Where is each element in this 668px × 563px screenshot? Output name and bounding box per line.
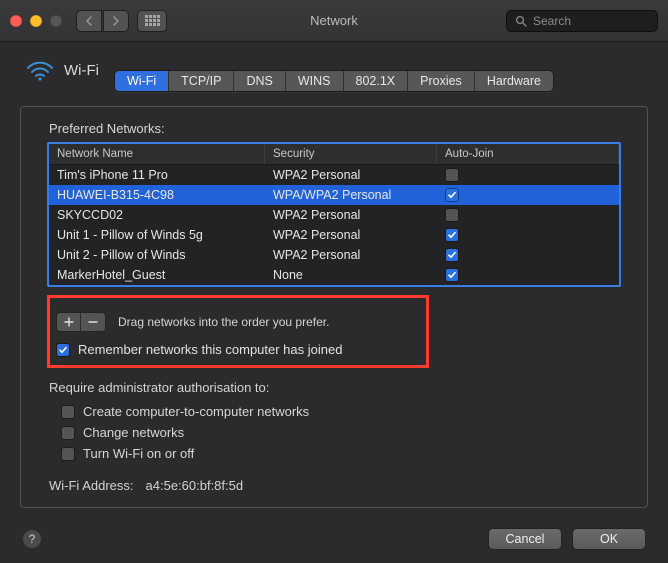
footer: ? Cancel OK <box>0 516 668 554</box>
preferred-networks-table[interactable]: Network Name Security Auto-Join Tim's iP… <box>47 142 621 287</box>
search-icon <box>515 15 527 27</box>
cell-network-name: HUAWEI-B315-4C98 <box>49 187 265 203</box>
cell-network-name: MarkerHotel_Guest <box>49 267 265 283</box>
tab-hardware[interactable]: Hardware <box>475 71 553 91</box>
table-row[interactable]: Unit 1 - Pillow of Winds 5gWPA2 Personal <box>49 225 619 245</box>
cell-auto-join <box>437 247 619 263</box>
cell-auto-join <box>437 167 619 183</box>
help-button[interactable]: ? <box>22 529 42 549</box>
cell-network-name: Unit 1 - Pillow of Winds 5g <box>49 227 265 243</box>
auto-join-checkbox[interactable] <box>445 188 459 202</box>
cell-network-name: Tim's iPhone 11 Pro <box>49 167 265 183</box>
close-window-button[interactable] <box>10 15 22 27</box>
forward-button[interactable] <box>103 10 129 32</box>
table-row[interactable]: SKYCCD02WPA2 Personal <box>49 205 619 225</box>
tab-8021x[interactable]: 802.1X <box>344 71 409 91</box>
wifi-address-value: a4:5e:60:bf:8f:5d <box>146 478 244 493</box>
col-auto-join[interactable]: Auto-Join <box>437 144 619 164</box>
tab-tcpip[interactable]: TCP/IP <box>169 71 234 91</box>
tab-wins[interactable]: WINS <box>286 71 344 91</box>
cell-auto-join <box>437 227 619 243</box>
tabs-container: Wi-FiTCP/IPDNSWINS802.1XProxiesHardware <box>20 70 648 92</box>
cell-security: WPA/WPA2 Personal <box>265 187 437 203</box>
cell-security: WPA2 Personal <box>265 247 437 263</box>
wifi-address-label: Wi-Fi Address: <box>49 478 134 493</box>
table-row[interactable]: Tim's iPhone 11 ProWPA2 Personal <box>49 165 619 185</box>
tab-wifi[interactable]: Wi-Fi <box>115 71 169 91</box>
admin-option-label: Turn Wi-Fi on or off <box>83 446 194 461</box>
table-row[interactable]: HUAWEI-B315-4C98WPA/WPA2 Personal <box>49 185 619 205</box>
tab-dns[interactable]: DNS <box>234 71 285 91</box>
cell-network-name: SKYCCD02 <box>49 207 265 223</box>
cell-security: WPA2 Personal <box>265 207 437 223</box>
titlebar: Network Search <box>0 0 668 42</box>
admin-option: Create computer-to-computer networks <box>47 401 621 422</box>
auto-join-checkbox[interactable] <box>445 168 459 182</box>
cell-security: WPA2 Personal <box>265 167 437 183</box>
minimize-window-button[interactable] <box>30 15 42 27</box>
admin-option-label: Change networks <box>83 425 184 440</box>
remove-network-button[interactable] <box>81 313 105 331</box>
cancel-button[interactable]: Cancel <box>488 528 562 550</box>
cell-security: None <box>265 267 437 283</box>
drag-hint: Drag networks into the order you prefer. <box>118 315 329 329</box>
cell-network-name: Unit 2 - Pillow of Winds <box>49 247 265 263</box>
search-placeholder: Search <box>533 14 571 28</box>
remember-networks-checkbox[interactable] <box>56 343 70 357</box>
ok-button[interactable]: OK <box>572 528 646 550</box>
add-network-button[interactable] <box>57 313 81 331</box>
cell-auto-join <box>437 207 619 223</box>
preferred-networks-label: Preferred Networks: <box>49 121 621 136</box>
cell-auto-join <box>437 187 619 203</box>
admin-option-checkbox[interactable] <box>61 405 75 419</box>
add-remove-control <box>56 312 106 332</box>
admin-option-checkbox[interactable] <box>61 447 75 461</box>
search-field[interactable]: Search <box>506 10 658 32</box>
col-security[interactable]: Security <box>265 144 437 164</box>
table-row[interactable]: MarkerHotel_GuestNone <box>49 265 619 285</box>
annotation-highlight: Drag networks into the order you prefer.… <box>47 295 429 368</box>
admin-option: Change networks <box>47 422 621 443</box>
back-button[interactable] <box>76 10 102 32</box>
remember-networks-label: Remember networks this computer has join… <box>78 342 342 357</box>
admin-option-checkbox[interactable] <box>61 426 75 440</box>
window-title: Network <box>310 13 358 28</box>
auto-join-checkbox[interactable] <box>445 268 459 282</box>
wifi-address-row: Wi-Fi Address: a4:5e:60:bf:8f:5d <box>47 464 621 493</box>
col-network-name[interactable]: Network Name <box>49 144 265 164</box>
table-row[interactable]: Unit 2 - Pillow of WindsWPA2 Personal <box>49 245 619 265</box>
admin-option-label: Create computer-to-computer networks <box>83 404 309 419</box>
admin-auth-label: Require administrator authorisation to: <box>49 380 621 395</box>
show-all-button[interactable] <box>137 10 167 32</box>
grid-icon <box>145 15 160 26</box>
admin-option: Turn Wi-Fi on or off <box>47 443 621 464</box>
zoom-window-button[interactable] <box>50 15 62 27</box>
cell-security: WPA2 Personal <box>265 227 437 243</box>
window-controls <box>10 15 62 27</box>
auto-join-checkbox[interactable] <box>445 228 459 242</box>
tab-proxies[interactable]: Proxies <box>408 71 475 91</box>
sheet: Preferred Networks: Network Name Securit… <box>20 106 648 508</box>
nav-buttons <box>76 10 129 32</box>
auto-join-checkbox[interactable] <box>445 248 459 262</box>
content-area: Wi-Fi Wi-FiTCP/IPDNSWINS802.1XProxiesHar… <box>0 42 668 516</box>
cell-auto-join <box>437 267 619 283</box>
table-header: Network Name Security Auto-Join <box>49 144 619 165</box>
auto-join-checkbox[interactable] <box>445 208 459 222</box>
